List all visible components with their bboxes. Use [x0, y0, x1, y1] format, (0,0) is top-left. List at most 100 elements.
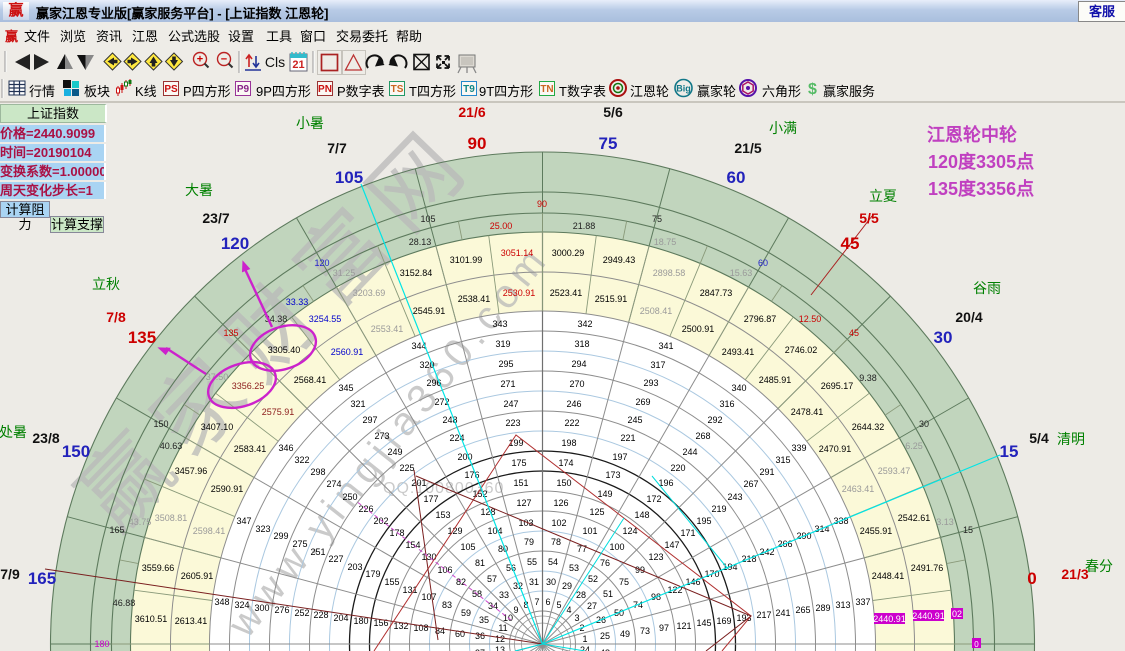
- svg-text:343: 343: [492, 319, 507, 329]
- svg-text:153: 153: [435, 510, 450, 520]
- svg-text:75: 75: [652, 214, 662, 224]
- svg-text:P9: P9: [237, 84, 250, 95]
- svg-text:313: 313: [835, 600, 850, 610]
- svg-text:175: 175: [511, 458, 526, 468]
- svg-text:75: 75: [619, 577, 629, 587]
- svg-text:126: 126: [553, 498, 568, 508]
- svg-text:267: 267: [743, 479, 758, 489]
- svg-text:清明: 清明: [1057, 431, 1085, 447]
- svg-text:7: 7: [534, 597, 539, 607]
- svg-text:120: 120: [221, 234, 249, 253]
- svg-text:131: 131: [402, 585, 417, 595]
- svg-text:2530.91: 2530.91: [503, 288, 536, 298]
- svg-text:81: 81: [475, 558, 485, 568]
- svg-text:6.25: 6.25: [905, 441, 923, 451]
- svg-text:172: 172: [646, 494, 661, 504]
- svg-text:5/6: 5/6: [603, 104, 623, 120]
- svg-text:317: 317: [650, 360, 665, 370]
- svg-text:20/4: 20/4: [955, 309, 982, 325]
- svg-text:120: 120: [314, 258, 329, 268]
- svg-text:2545.91: 2545.91: [413, 306, 446, 316]
- svg-text:2695.17: 2695.17: [821, 381, 854, 391]
- svg-text:T9: T9: [463, 84, 475, 95]
- svg-text:203: 203: [347, 562, 362, 572]
- svg-text:177: 177: [423, 494, 438, 504]
- svg-text:3508.81: 3508.81: [155, 513, 188, 523]
- svg-text:90: 90: [468, 134, 487, 153]
- svg-text:107: 107: [421, 592, 436, 602]
- svg-text:−: −: [221, 54, 227, 66]
- svg-text:Big: Big: [676, 84, 691, 94]
- svg-text:247: 247: [503, 399, 518, 409]
- svg-text:297: 297: [362, 415, 377, 425]
- svg-text:2515.91: 2515.91: [595, 294, 628, 304]
- svg-text:2560.91: 2560.91: [331, 347, 364, 357]
- svg-text:2493.41: 2493.41: [722, 347, 755, 357]
- svg-text:179: 179: [365, 569, 380, 579]
- svg-text:51: 51: [603, 589, 613, 599]
- svg-text:249: 249: [387, 447, 402, 457]
- svg-text:76: 76: [600, 558, 610, 568]
- svg-text:321: 321: [350, 399, 365, 409]
- svg-text:78: 78: [551, 537, 561, 547]
- svg-text:60: 60: [727, 168, 746, 187]
- svg-text:130: 130: [421, 552, 436, 562]
- svg-text:225: 225: [399, 463, 414, 473]
- svg-text:40.63: 40.63: [160, 441, 183, 451]
- svg-text:7/9: 7/9: [0, 566, 20, 582]
- svg-text:292: 292: [707, 415, 722, 425]
- svg-text:105: 105: [335, 168, 363, 187]
- svg-text:102: 102: [551, 518, 566, 528]
- svg-text:127: 127: [516, 498, 531, 508]
- svg-text:171: 171: [680, 528, 695, 538]
- svg-text:7/8: 7/8: [106, 309, 126, 325]
- svg-text:276: 276: [274, 605, 289, 615]
- svg-text:29: 29: [562, 581, 572, 591]
- svg-text:341: 341: [658, 341, 673, 351]
- svg-text:124: 124: [622, 526, 637, 536]
- svg-text:217: 217: [756, 610, 771, 620]
- svg-text:21/5: 21/5: [734, 140, 761, 156]
- svg-text:123: 123: [648, 552, 663, 562]
- svg-text:293: 293: [643, 378, 658, 388]
- svg-text:3356.25: 3356.25: [232, 381, 265, 391]
- svg-text:337: 337: [855, 597, 870, 607]
- svg-text:220: 220: [670, 463, 685, 473]
- svg-text:46.88: 46.88: [113, 598, 136, 608]
- svg-text:立秋: 立秋: [92, 276, 120, 292]
- svg-text:02: 02: [952, 609, 962, 619]
- svg-text:135度3356点: 135度3356点: [928, 178, 1034, 199]
- svg-text:135: 135: [223, 328, 238, 338]
- svg-text:104: 104: [487, 526, 502, 536]
- svg-text:立夏: 立夏: [869, 188, 897, 204]
- svg-text:149: 149: [597, 489, 612, 499]
- svg-text:33: 33: [499, 590, 509, 600]
- svg-text:268: 268: [695, 431, 710, 441]
- svg-text:322: 322: [294, 455, 309, 465]
- svg-text:241: 241: [775, 608, 790, 618]
- svg-text:150: 150: [153, 419, 168, 429]
- svg-text:251: 251: [310, 547, 325, 557]
- svg-text:82: 82: [456, 577, 466, 587]
- svg-text:79: 79: [524, 537, 534, 547]
- svg-text:15: 15: [963, 525, 973, 535]
- svg-text:0: 0: [1027, 569, 1036, 588]
- svg-text:222: 222: [564, 418, 579, 428]
- svg-text:PN: PN: [318, 84, 332, 95]
- svg-text:295: 295: [498, 359, 513, 369]
- svg-text:344: 344: [411, 341, 426, 351]
- svg-text:75: 75: [599, 134, 618, 153]
- svg-text:2542.61: 2542.61: [898, 513, 931, 523]
- svg-text:244: 244: [682, 447, 697, 457]
- svg-text:135: 135: [128, 328, 156, 347]
- svg-text:319: 319: [495, 339, 510, 349]
- svg-text:2485.91: 2485.91: [759, 375, 792, 385]
- svg-text:347: 347: [236, 516, 251, 526]
- svg-text:2440.91: 2440.91: [912, 611, 945, 621]
- svg-text:1: 1: [582, 634, 587, 644]
- svg-text:150: 150: [556, 478, 571, 488]
- svg-text:2949.43: 2949.43: [603, 255, 636, 265]
- svg-text:83: 83: [442, 600, 452, 610]
- svg-text:49: 49: [620, 629, 630, 639]
- svg-text:269: 269: [635, 397, 650, 407]
